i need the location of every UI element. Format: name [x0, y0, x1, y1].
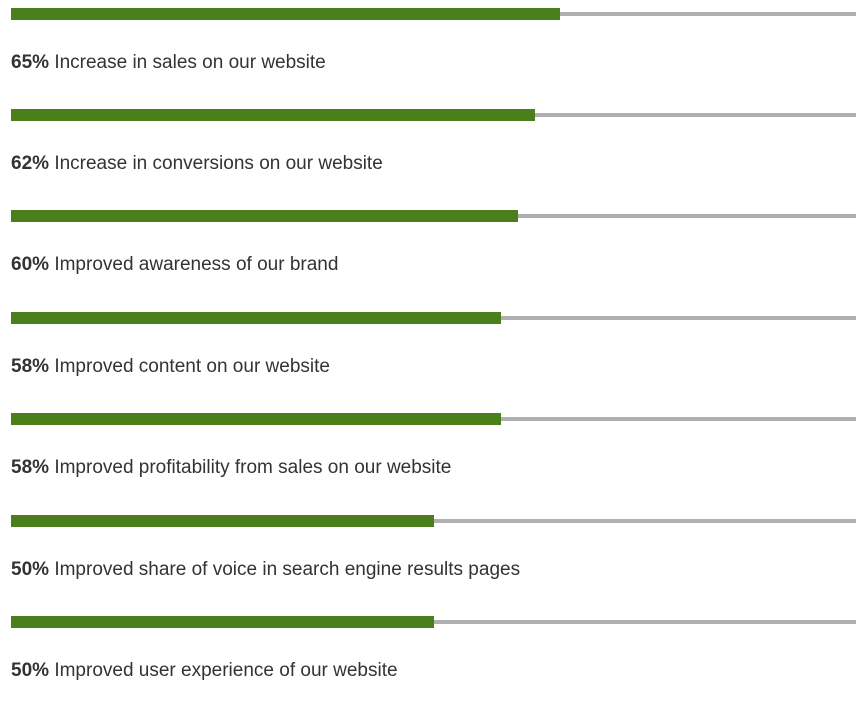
bar-track — [11, 8, 856, 20]
bar-label: 58% Improved content on our website — [11, 355, 330, 379]
percent-value: 62% — [11, 153, 50, 174]
percent-value: 58% — [11, 356, 50, 377]
bar-description: Increase in conversions on our website — [54, 153, 383, 174]
bar-fill — [11, 210, 518, 222]
bar-description: Increase in sales on our website — [54, 52, 326, 73]
percent-value: 50% — [11, 559, 50, 580]
bar-label: 65% Increase in sales on our website — [11, 51, 326, 75]
bar-track — [11, 312, 856, 324]
bar-label: 60% Improved awareness of our brand — [11, 253, 338, 277]
bar-description: Improved content on our website — [54, 356, 330, 377]
bar-track — [11, 109, 856, 121]
bar-track — [11, 210, 856, 222]
bar-label: 50% Improved share of voice in search en… — [11, 558, 520, 582]
bar-fill — [11, 8, 560, 20]
bar-label: 50% Improved user experience of our webs… — [11, 659, 398, 683]
bar-row: 50% Improved user experience of our webs… — [0, 616, 856, 721]
bar-row: 65% Increase in sales on our website — [0, 8, 856, 113]
percent-value: 60% — [11, 254, 50, 275]
bar-fill — [11, 312, 501, 324]
bar-fill — [11, 515, 434, 527]
bar-track — [11, 515, 856, 527]
bar-track — [11, 413, 856, 425]
bar-description: Improved user experience of our website — [54, 660, 398, 681]
bar-track — [11, 616, 856, 628]
bar-description: Improved share of voice in search engine… — [54, 559, 521, 580]
progress-bar-chart: 65% Increase in sales on our website 62%… — [0, 0, 856, 683]
percent-value: 50% — [11, 660, 50, 681]
bar-label: 62% Increase in conversions on our websi… — [11, 152, 383, 176]
bar-label: 58% Improved profitability from sales on… — [11, 456, 451, 480]
bar-fill — [11, 413, 501, 425]
percent-value: 65% — [11, 52, 50, 73]
bar-row: 58% Improved content on our website — [0, 312, 856, 417]
bar-fill — [11, 109, 535, 121]
bar-row: 50% Improved share of voice in search en… — [0, 515, 856, 620]
bar-fill — [11, 616, 434, 628]
bar-row: 62% Increase in conversions on our websi… — [0, 109, 856, 214]
bar-row: 58% Improved profitability from sales on… — [0, 413, 856, 518]
percent-value: 58% — [11, 457, 50, 478]
bar-description: Improved awareness of our brand — [54, 254, 339, 275]
bar-description: Improved profitability from sales on our… — [54, 457, 452, 478]
bar-row: 60% Improved awareness of our brand — [0, 210, 856, 315]
